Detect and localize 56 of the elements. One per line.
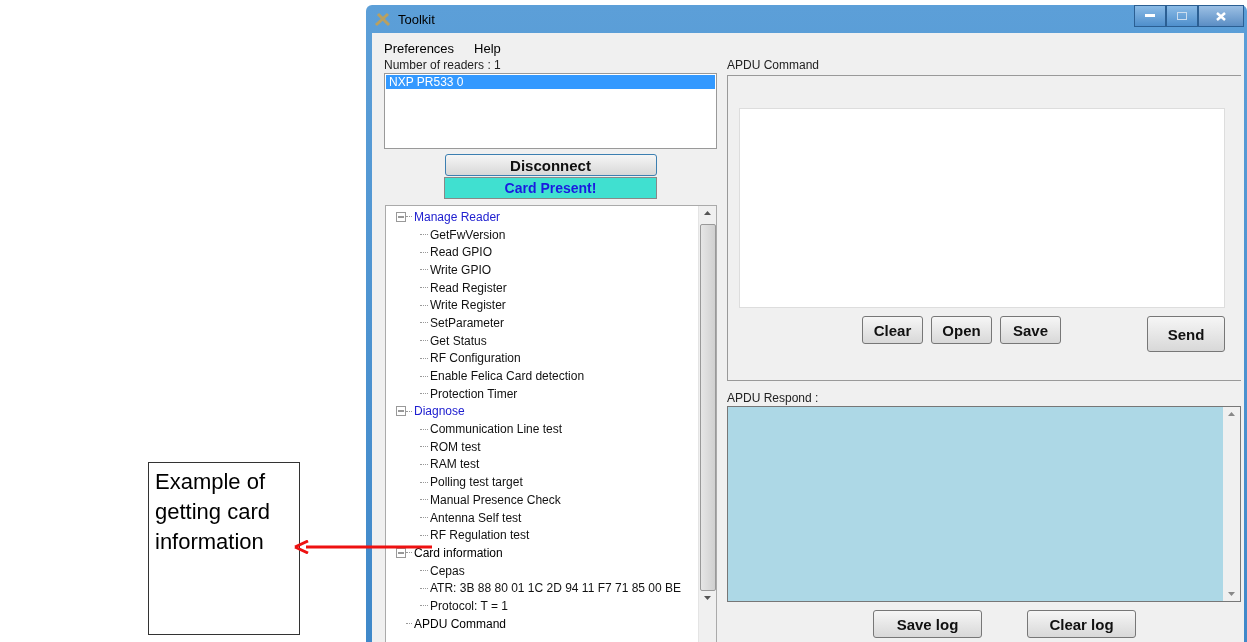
scroll-up-icon[interactable] [1228, 412, 1235, 416]
tree-item[interactable]: Antenna Self test [430, 510, 522, 525]
command-button[interactable]: Open [931, 316, 992, 344]
tree-node[interactable]: Manage Reader [414, 209, 501, 224]
apdu-respond-label: APDU Respond : [727, 392, 820, 406]
tree-item[interactable]: RF Configuration [430, 351, 521, 366]
collapse-icon[interactable] [396, 211, 406, 222]
scroll-up-icon[interactable] [704, 211, 711, 215]
tree-item[interactable]: RAM test [430, 457, 480, 472]
callout-box: Example of getting card information [148, 462, 300, 635]
send-button[interactable]: Send [1147, 316, 1225, 352]
window-title: Toolkit [398, 11, 435, 27]
tree-node[interactable]: APDU Command [414, 616, 507, 631]
tree-item[interactable]: Protection Timer [430, 386, 518, 401]
minimize-icon [1145, 14, 1155, 18]
tree-item[interactable]: Write Register [430, 298, 506, 313]
tree-node[interactable]: Card information [414, 545, 503, 560]
tools-icon [374, 11, 392, 27]
tree-item[interactable]: Manual Presence Check [430, 492, 561, 507]
tree-item[interactable]: SetParameter [430, 315, 505, 330]
tree-item[interactable]: GetFwVersion [430, 227, 506, 242]
tree-item[interactable]: Enable Felica Card detection [430, 369, 585, 384]
tree-item[interactable]: Protocol: T = 1 [430, 598, 508, 613]
command-button[interactable]: Save [1000, 316, 1061, 344]
minimize-button[interactable] [1134, 5, 1166, 27]
scrollbar[interactable] [1223, 407, 1240, 601]
tree-item[interactable]: Cepas [430, 563, 465, 578]
apdu-command-label: APDU Command [727, 59, 821, 72]
command-button[interactable]: Clear [862, 316, 923, 344]
status-indicator: Card Present! [444, 177, 657, 199]
log-button[interactable]: Clear log [1027, 610, 1136, 638]
tree-item[interactable]: Write GPIO [430, 262, 492, 277]
menu-item[interactable]: Help [474, 40, 501, 56]
tree-item[interactable]: ATR: 3B 88 80 01 1C 2D 94 11 F7 71 85 00 BE [430, 581, 682, 596]
tree-item[interactable]: Communication Line test [430, 422, 563, 437]
tree-item[interactable]: ROM test [430, 439, 481, 454]
tree-item[interactable]: Get Status [430, 333, 487, 348]
scroll-down-icon[interactable] [704, 596, 711, 600]
maximize-icon [1177, 12, 1187, 20]
scroll-down-icon[interactable] [1228, 592, 1235, 596]
maximize-button[interactable] [1166, 5, 1198, 27]
disconnect-button[interactable]: Disconnect [444, 154, 657, 176]
menu-item[interactable]: Preferences [384, 40, 455, 56]
close-icon [1216, 11, 1226, 21]
scrollbar[interactable] [698, 206, 716, 642]
tree-item[interactable]: Read GPIO [430, 245, 493, 260]
tree-node[interactable]: Diagnose [414, 404, 465, 419]
collapse-icon[interactable] [396, 547, 406, 558]
tree-item[interactable]: Read Register [430, 280, 507, 295]
close-button[interactable] [1198, 5, 1244, 27]
readers-label: Number of readers : 1 [384, 59, 502, 72]
tree-item[interactable]: Polling test target [430, 475, 523, 490]
log-button[interactable]: Save log [873, 610, 982, 638]
command-input[interactable] [739, 108, 1225, 308]
collapse-icon[interactable] [396, 406, 406, 417]
tree-item[interactable]: RF Regulation test [430, 528, 530, 543]
